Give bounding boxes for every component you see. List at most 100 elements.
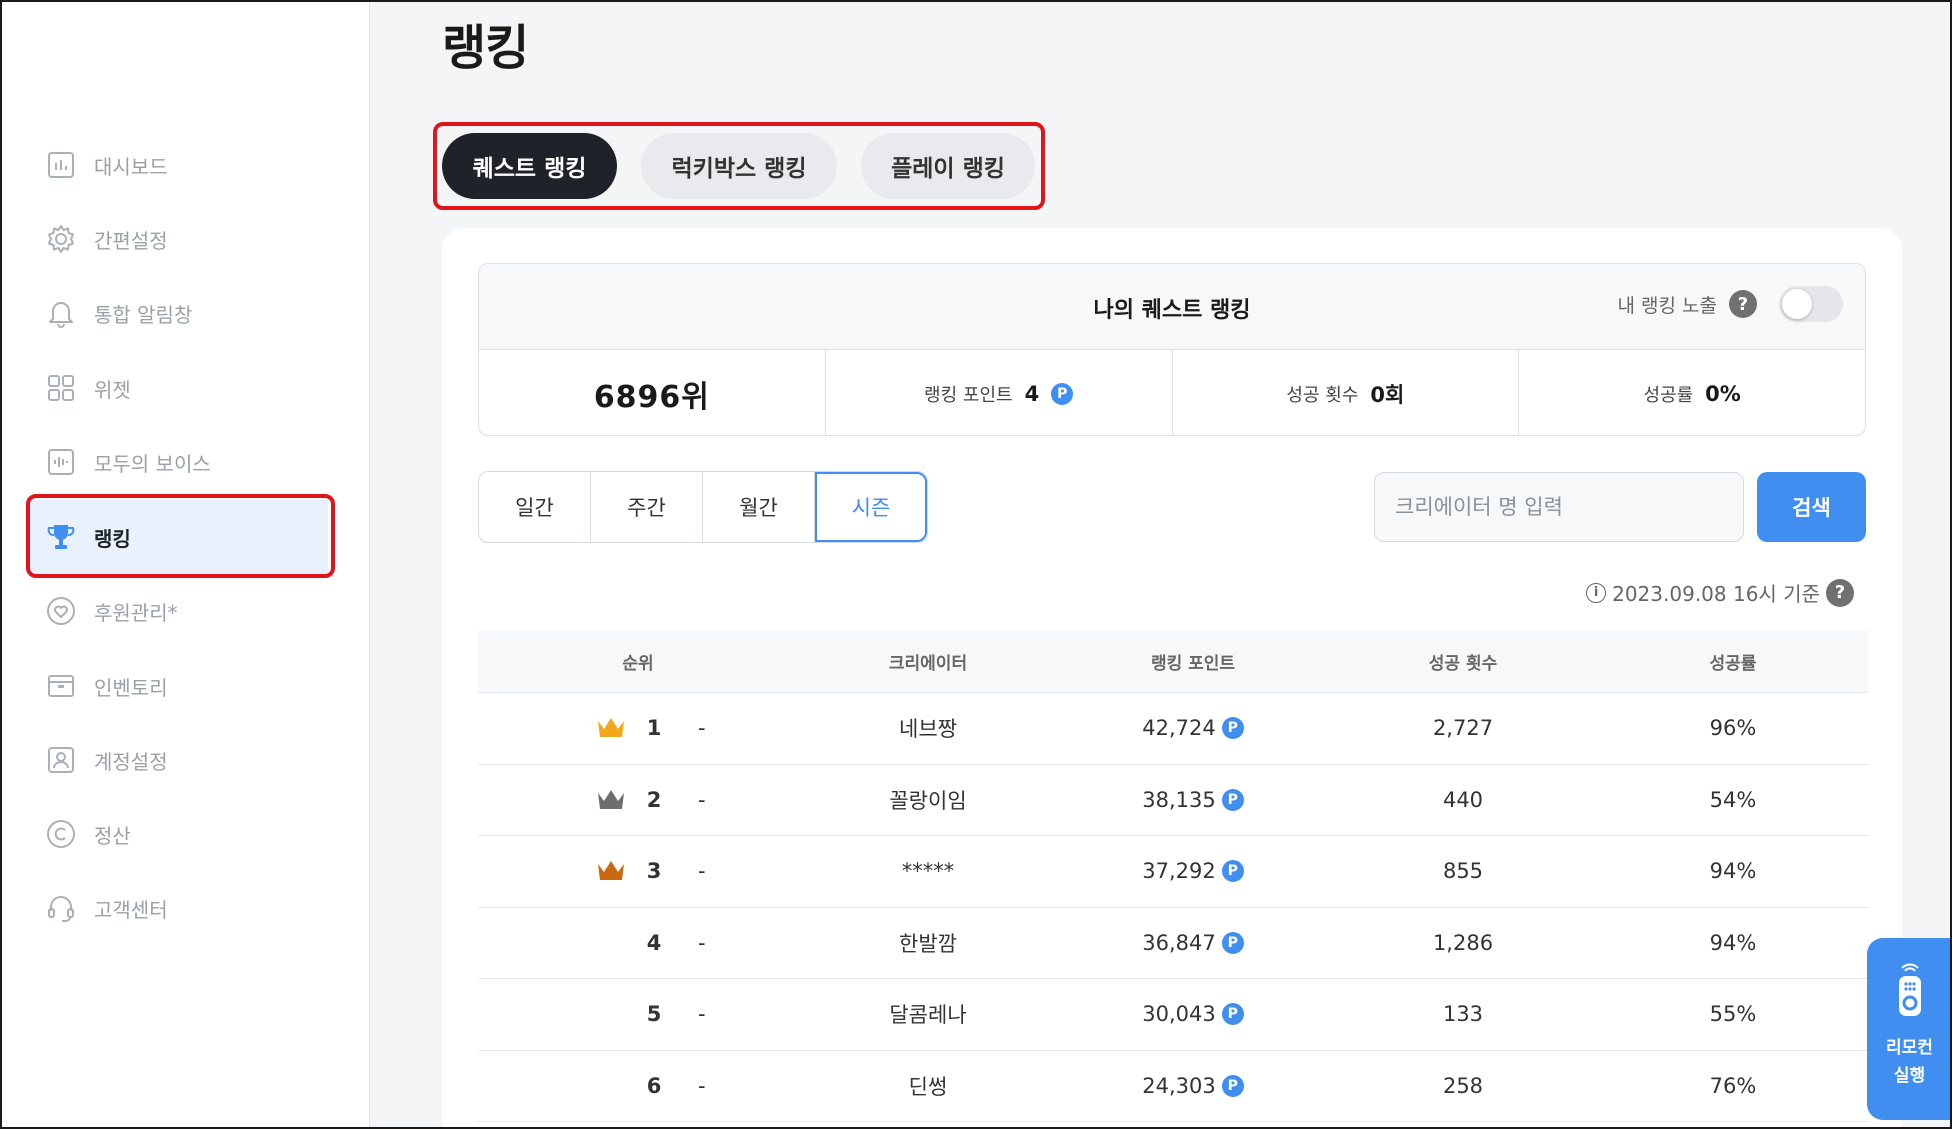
table-row[interactable]: 6 - 딘썽 24,303 P 258 76% <box>478 1051 1868 1122</box>
creator-name: 한발깜 <box>899 931 957 956</box>
point-badge-icon: P <box>1221 717 1244 740</box>
crown-gold-icon <box>598 718 624 738</box>
rank-number: 2 <box>646 787 662 812</box>
sidebar-item-label: 간편설정 <box>94 228 168 253</box>
my-success-value: 0회 <box>1370 382 1405 407</box>
ranking-table: 순위 크리에이터 랭킹 포인트 성공 횟수 성공률 1 - 네브짱 42,724… <box>478 630 1868 1122</box>
my-rate-label: 성공률 <box>1643 384 1694 406</box>
tab-quest-ranking[interactable]: 퀘스트 랭킹 <box>442 133 617 199</box>
col-rank-header: 순위 <box>622 653 654 674</box>
help-icon[interactable]: ? <box>1826 578 1854 607</box>
table-row[interactable]: 5 - 달콤레나 30,043 P 133 55% <box>478 979 1868 1051</box>
success-rate: 54% <box>1709 787 1757 812</box>
my-rate-value: 0% <box>1705 381 1741 406</box>
my-ranking-stats: 6896위 랭킹 포인트 4 P 성공 횟수 0회 성공률 0% <box>479 350 1865 435</box>
page-title: 랭킹 <box>442 20 529 76</box>
point-badge-icon: P <box>1221 860 1244 883</box>
table-row[interactable]: 2 - 꼴랑이임 38,135 P 440 54% <box>478 765 1868 836</box>
ranking-points: 30,043 <box>1142 1002 1216 1027</box>
help-icon[interactable]: ? <box>1729 290 1757 318</box>
point-badge-icon: P <box>1051 382 1074 405</box>
success-rate: 76% <box>1709 1073 1757 1098</box>
sidebar-item-notifications[interactable]: 통합 알림창 <box>28 276 328 350</box>
sidebar-item-label: 후원관리* <box>94 600 178 625</box>
col-creator-header: 크리에이터 <box>888 653 968 674</box>
search-button[interactable]: 검색 <box>1757 472 1866 542</box>
gear-icon <box>44 222 78 256</box>
remote-launch-button[interactable]: 리모컨 실행 <box>1867 938 1952 1120</box>
sidebar-item-support[interactable]: 고객센터 <box>28 871 328 945</box>
point-badge-icon: P <box>1221 1074 1244 1097</box>
sidebar-item-settlement[interactable]: 정산 <box>28 797 328 871</box>
sidebar-item-label: 위젯 <box>94 377 131 402</box>
period-weekly[interactable]: 주간 <box>591 472 703 542</box>
creator-name: 네브짱 <box>899 717 957 742</box>
my-rate-cell: 성공률 0% <box>1519 350 1865 435</box>
toggle-knob <box>1782 289 1812 319</box>
sidebar-item-dashboard[interactable]: 대시보드 <box>28 128 328 202</box>
rank-change: - <box>698 1073 706 1098</box>
sidebar-item-quick-settings[interactable]: 간편설정 <box>28 202 328 276</box>
tab-play-ranking[interactable]: 플레이 랭킹 <box>861 133 1035 199</box>
success-count: 855 <box>1442 859 1484 884</box>
sidebar-item-widget[interactable]: 위젯 <box>28 351 328 425</box>
my-points-value: 4 <box>1024 381 1040 406</box>
user-icon <box>44 743 78 777</box>
success-count: 133 <box>1442 1002 1484 1027</box>
rank-change: - <box>698 1002 706 1027</box>
creator-name: 달콤레나 <box>889 1003 967 1028</box>
period-filter-group: 일간 주간 월간 시즌 <box>478 471 928 543</box>
rank-change: - <box>698 787 706 812</box>
headset-icon <box>44 891 78 925</box>
table-row[interactable]: 3 - ***** 37,292 P 855 94% <box>478 836 1868 908</box>
col-points-header: 랭킹 포인트 <box>1150 653 1236 674</box>
sidebar-item-ranking[interactable]: 랭킹 <box>28 500 328 574</box>
sidebar-item-label: 고객센터 <box>94 897 168 922</box>
grid-icon <box>44 371 78 405</box>
sidebar-item-label: 모두의 보이스 <box>94 451 211 476</box>
sidebar-item-account[interactable]: 계정설정 <box>28 723 328 797</box>
sidebar-item-inventory[interactable]: 인벤토리 <box>28 649 328 723</box>
my-ranking-box: 나의 퀘스트 랭킹 내 랭킹 노출 ? 6896위 랭킹 포인트 4 P 성공 … <box>478 263 1866 436</box>
point-badge-icon: P <box>1221 931 1244 954</box>
success-count: 258 <box>1442 1073 1484 1098</box>
tab-luckybox-ranking[interactable]: 럭키박스 랭킹 <box>641 133 837 199</box>
crown-silver-icon <box>598 789 624 809</box>
success-rate: 96% <box>1709 716 1757 741</box>
period-daily[interactable]: 일간 <box>479 472 591 542</box>
rank-number: 4 <box>646 930 662 955</box>
ranking-points: 38,135 <box>1142 787 1216 812</box>
table-header: 순위 크리에이터 랭킹 포인트 성공 횟수 성공률 <box>478 630 1868 693</box>
rank-change: - <box>698 716 706 741</box>
success-count: 1,286 <box>1432 930 1494 955</box>
remote-label-line2: 실행 <box>1893 1066 1926 1086</box>
my-success-label: 성공 횟수 <box>1286 384 1359 406</box>
remote-control-icon <box>1898 963 1921 1016</box>
success-count: 440 <box>1442 787 1484 812</box>
table-row[interactable]: 4 - 한발깜 36,847 P 1,286 94% <box>478 908 1868 979</box>
sidebar-item-label: 정산 <box>94 823 131 848</box>
my-ranking-header: 나의 퀘스트 랭킹 내 랭킹 노출 ? <box>479 264 1865 350</box>
my-success-cell: 성공 횟수 0회 <box>1173 350 1520 435</box>
sidebar-item-label: 인벤토리 <box>94 675 168 700</box>
my-points-label: 랭킹 포인트 <box>924 384 1013 406</box>
rank-number: 1 <box>646 716 662 741</box>
rank-number: 3 <box>646 859 662 884</box>
point-badge-icon: P <box>1221 788 1244 811</box>
col-success-header: 성공 횟수 <box>1428 653 1498 674</box>
copyright-icon <box>44 817 78 851</box>
sidebar-item-donation[interactable]: 후원관리* <box>28 574 328 648</box>
table-row[interactable]: 1 - 네브짱 42,724 P 2,727 96% <box>478 693 1868 765</box>
success-rate: 94% <box>1709 859 1757 884</box>
sidebar-item-voice[interactable]: 모두의 보이스 <box>28 425 328 499</box>
ranking-points: 24,303 <box>1142 1073 1216 1098</box>
creator-name: 꼴랑이임 <box>889 788 967 813</box>
ranking-points: 42,724 <box>1142 716 1216 741</box>
period-monthly[interactable]: 월간 <box>703 472 815 542</box>
info-icon: i <box>1586 582 1607 603</box>
voice-icon <box>44 445 78 479</box>
period-season[interactable]: 시즌 <box>815 472 927 542</box>
creator-search-input[interactable] <box>1374 472 1744 542</box>
remote-label-line1: 리모컨 <box>1886 1038 1933 1058</box>
expose-ranking-toggle[interactable] <box>1779 286 1843 322</box>
